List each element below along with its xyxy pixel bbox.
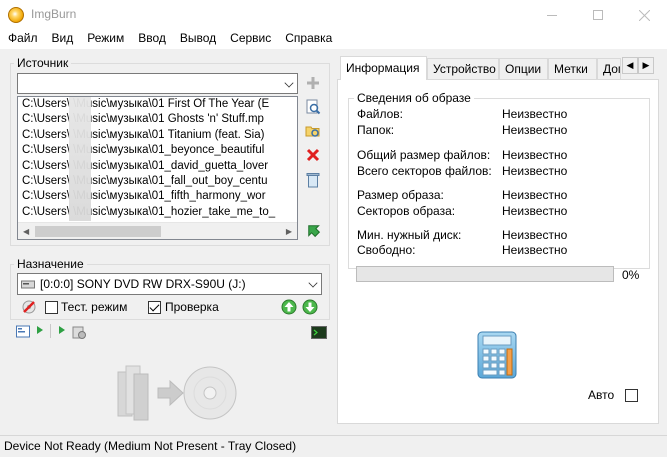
tab-more[interactable]: Дог	[597, 58, 621, 79]
free-space-label: Свободно:	[357, 243, 416, 257]
menu-output[interactable]: Вывод	[172, 29, 222, 49]
scrollbar-thumb[interactable]	[35, 226, 161, 237]
minimize-button[interactable]	[529, 0, 575, 30]
close-icon	[638, 9, 650, 21]
menu-bar: Файл Вид Режим Ввод Вывод Сервис Справка	[0, 29, 667, 49]
tab-labels[interactable]: Метки	[548, 58, 597, 79]
image-size-value: Неизвестно	[502, 188, 568, 202]
calculator-icon[interactable]	[477, 331, 517, 379]
list-item[interactable]: C:\Users\ \Music\музыка\01_fall_out_boy_…	[18, 174, 297, 189]
list-item[interactable]: C:\Users\ \Music\музыка\01 Ghosts 'n' St…	[18, 112, 297, 127]
move-up-icon[interactable]	[280, 298, 298, 316]
source-combo[interactable]	[17, 73, 298, 94]
redacted-username	[69, 97, 91, 221]
delete-icon[interactable]	[304, 146, 322, 164]
write-action-button[interactable]	[112, 360, 242, 426]
total-size-value: Неизвестно	[502, 148, 568, 162]
recycle-bin-icon[interactable]	[304, 171, 322, 189]
add-file-icon[interactable]	[304, 74, 322, 92]
tab-scroll-left-icon[interactable]: ◀	[622, 57, 638, 74]
browse-file-icon[interactable]	[304, 98, 322, 116]
menu-mode[interactable]: Режим	[79, 29, 130, 49]
source-file-list[interactable]: C:\Users\ \Music\музыка\01 First Of The …	[17, 96, 298, 240]
close-button[interactable]	[621, 0, 667, 30]
total-sectors-value: Неизвестно	[502, 164, 568, 178]
scroll-right-icon[interactable]: ▶	[286, 227, 292, 236]
verify-label: Проверка	[165, 300, 219, 314]
min-disc-value: Неизвестно	[502, 228, 568, 242]
status-bar: Device Not Ready (Medium Not Present - T…	[0, 435, 667, 457]
folders-label: Папок:	[357, 123, 395, 137]
list-item[interactable]: C:\Users\ \Music\музыка\01_hozier_take_m…	[18, 205, 297, 220]
drive-icon	[21, 280, 35, 289]
title-bar: ImgBurn	[0, 0, 667, 30]
image-sectors-label: Секторов образа:	[357, 204, 456, 218]
log-icon[interactable]	[15, 323, 33, 341]
drive-select[interactable]: [0:0:0] SONY DVD RW DRX-S90U (J:)	[17, 273, 322, 295]
min-disc-label: Мин. нужный диск:	[357, 228, 462, 242]
list-item[interactable]: C:\Users\ \Music\музыка\01_david_guetta_…	[18, 159, 297, 174]
image-size-label: Размер образа:	[357, 188, 444, 202]
free-space-value: Неизвестно	[502, 243, 568, 257]
erase-disc-icon[interactable]	[20, 298, 38, 316]
image-sectors-value: Неизвестно	[502, 204, 568, 218]
tab-options[interactable]: Опции	[499, 58, 548, 79]
test-mode-label: Тест. режим	[61, 300, 128, 314]
maximize-button[interactable]	[575, 0, 621, 30]
horizontal-scrollbar[interactable]: ◀ ▶	[18, 222, 297, 239]
menu-input[interactable]: Ввод	[130, 29, 172, 49]
auto-checkbox[interactable]	[625, 389, 638, 402]
files-to-disc-icon	[117, 365, 237, 421]
list-item[interactable]: C:\Users\ \Music\музыка\01_beyonce_beaut…	[18, 143, 297, 158]
chevron-down-icon	[284, 78, 294, 88]
folders-value: Неизвестно	[502, 123, 568, 137]
menu-tools[interactable]: Сервис	[222, 29, 277, 49]
status-text: Device Not Ready (Medium Not Present - T…	[4, 439, 297, 453]
progress-bar	[356, 266, 614, 282]
move-down-icon[interactable]	[301, 298, 319, 316]
list-item[interactable]: C:\Users\ \Music\музыка\01 Titanium (fea…	[18, 128, 297, 143]
menu-help[interactable]: Справка	[277, 29, 338, 49]
list-item[interactable]: C:\Users\ \Music\музыка\01_fifth_harmony…	[18, 189, 297, 204]
scroll-left-icon[interactable]: ◀	[23, 227, 29, 236]
tab-information[interactable]: Информация	[340, 56, 427, 80]
source-label: Источник	[14, 56, 72, 70]
separator	[50, 324, 51, 338]
destination-label: Назначение	[14, 257, 87, 271]
menu-view[interactable]: Вид	[44, 29, 80, 49]
play-small-icon[interactable]	[37, 326, 43, 334]
menu-file[interactable]: Файл	[0, 29, 44, 49]
chevron-down-icon	[308, 278, 318, 288]
total-size-label: Общий размер файлов:	[357, 148, 491, 162]
tab-scroll-right-icon[interactable]: ▶	[638, 57, 654, 74]
test-mode-checkbox[interactable]	[45, 301, 58, 314]
list-item[interactable]: C:\Users\ \Music\музыка\01 First Of The …	[18, 97, 297, 112]
queue-icon[interactable]	[70, 323, 88, 341]
progress-percent: 0%	[622, 268, 640, 282]
image-info-label: Сведения об образе	[354, 91, 474, 105]
browse-folder-icon[interactable]	[304, 122, 322, 140]
window-title: ImgBurn	[31, 7, 77, 21]
calculate-icon[interactable]	[304, 221, 322, 239]
files-label: Файлов:	[357, 107, 404, 121]
auto-label: Авто	[588, 388, 615, 402]
tab-device[interactable]: Устройство	[427, 58, 499, 79]
console-icon[interactable]	[310, 323, 328, 341]
app-disc-icon	[8, 7, 24, 23]
verify-checkbox[interactable]	[148, 301, 161, 314]
play-small-icon[interactable]	[59, 326, 65, 334]
total-sectors-label: Всего секторов файлов:	[357, 164, 492, 178]
drive-select-value: [0:0:0] SONY DVD RW DRX-S90U (J:)	[40, 277, 246, 291]
files-value: Неизвестно	[502, 107, 568, 121]
